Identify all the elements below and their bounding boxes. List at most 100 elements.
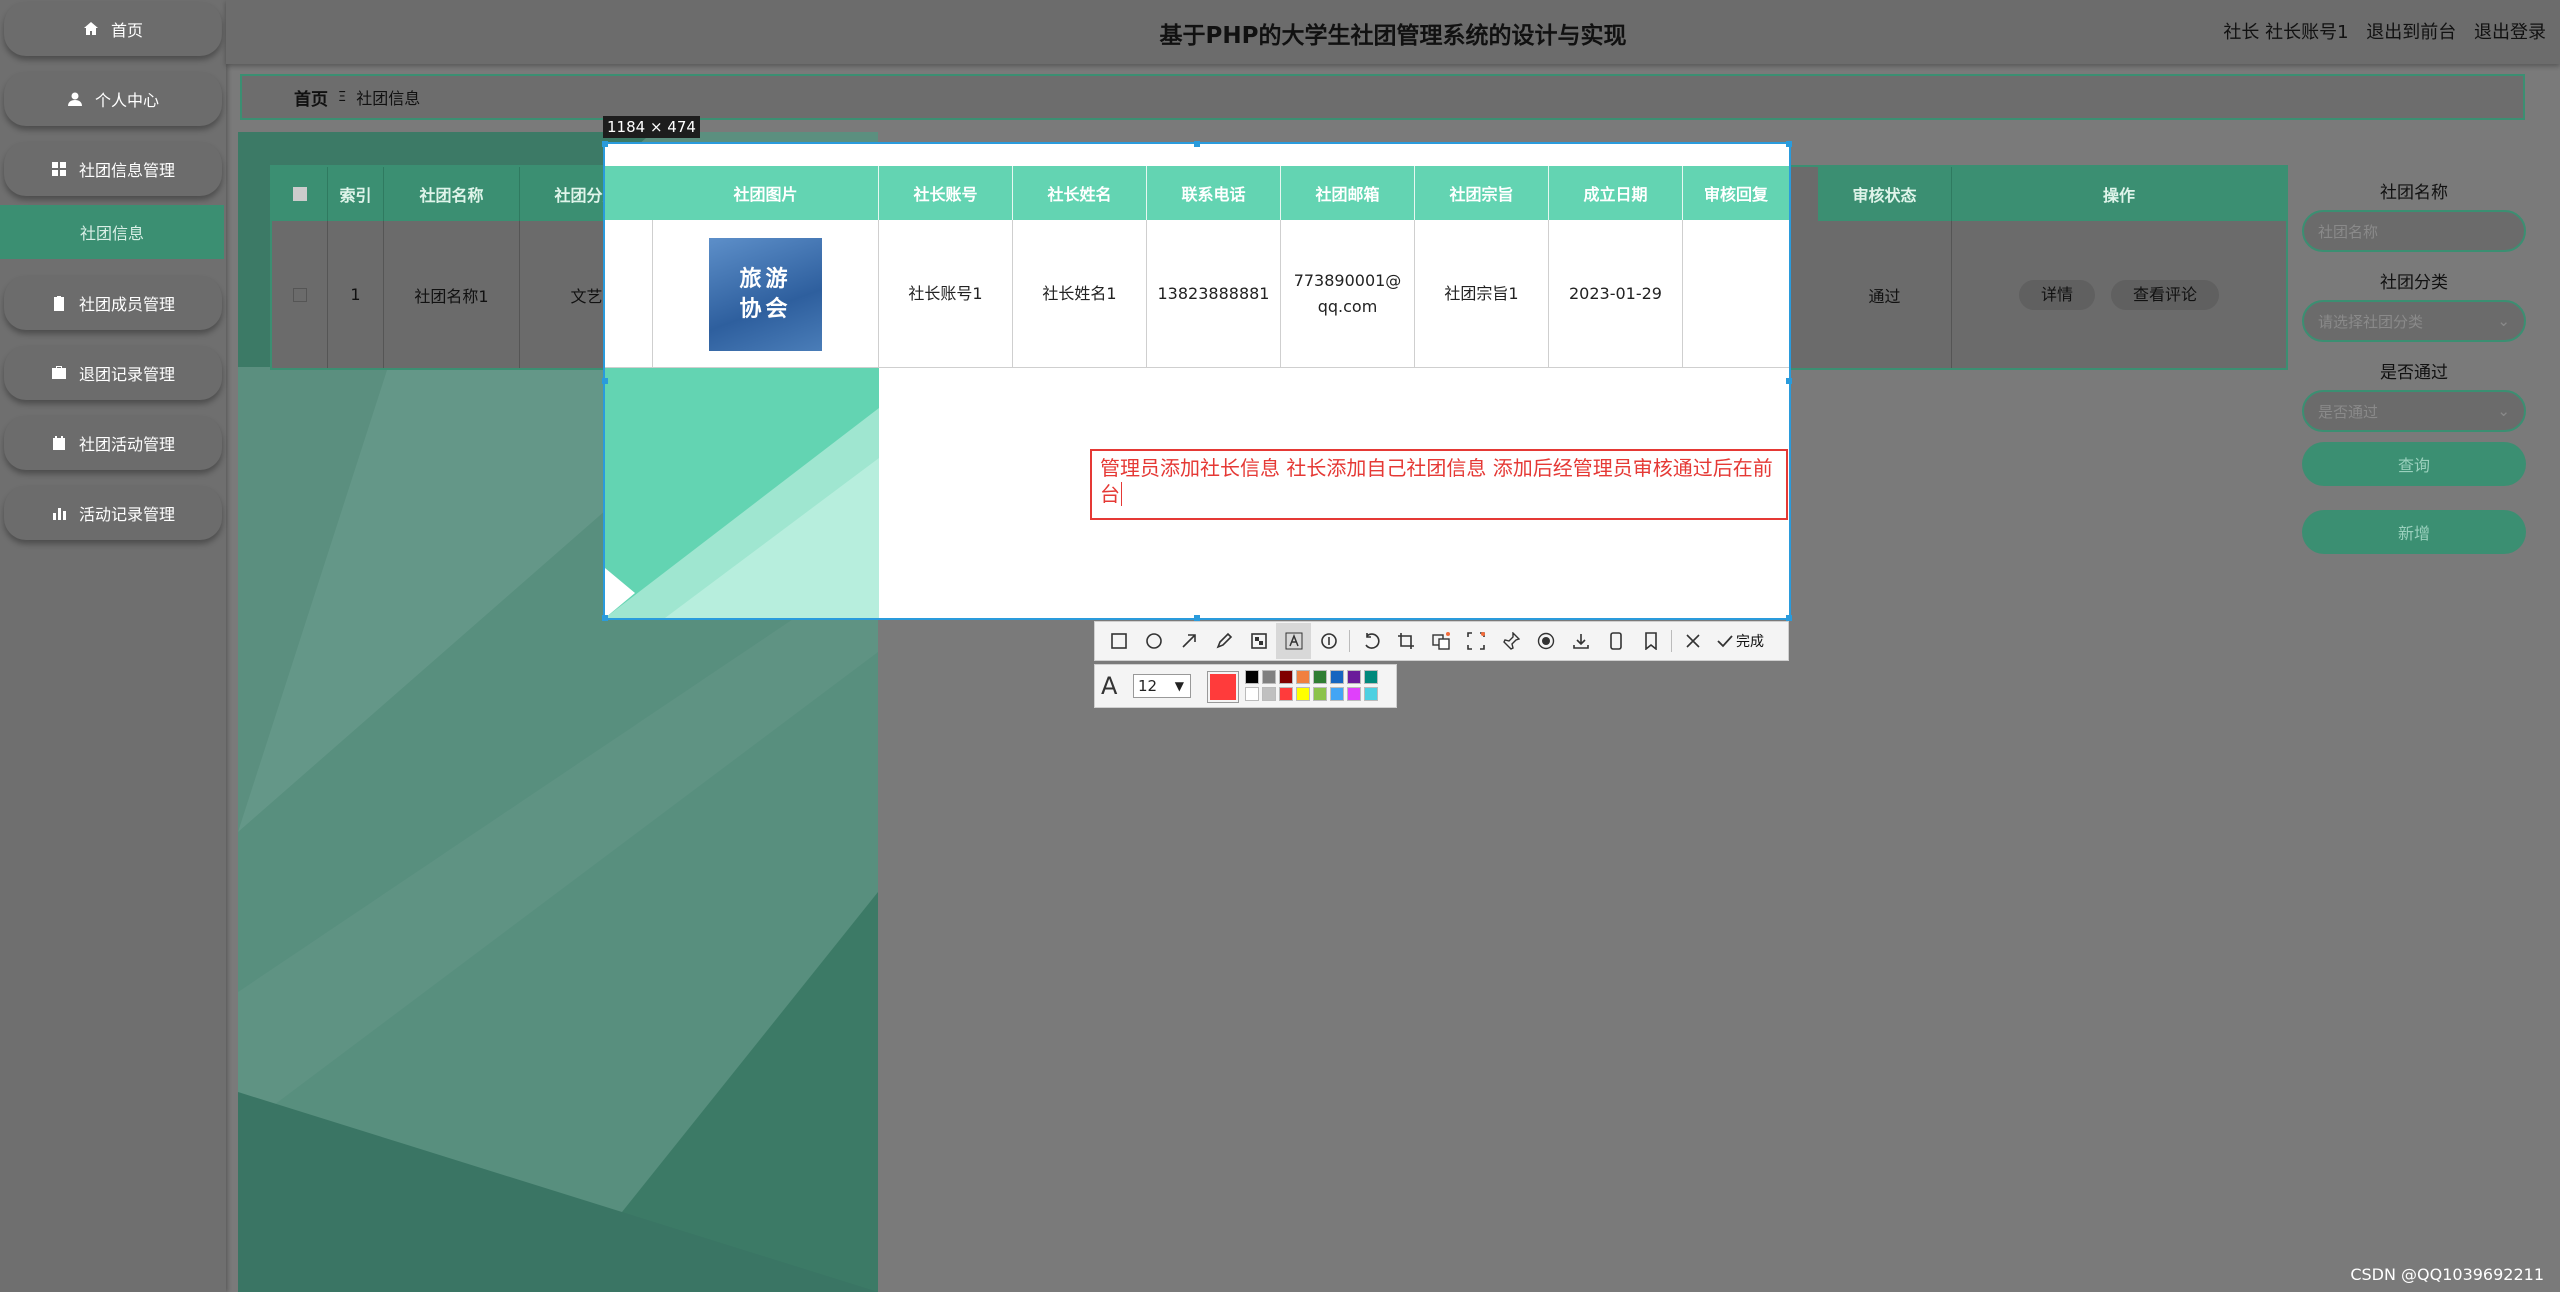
captured-background [605,368,879,618]
col-header: 社团宗旨 [1415,166,1549,220]
filter-name-input[interactable]: 社团名称 [2302,210,2526,252]
rectangle-icon[interactable] [1101,623,1136,659]
sidebar-item-activity-records[interactable]: 活动记录管理 [4,486,222,540]
done-label: 完成 [1736,634,1764,650]
circle-icon[interactable] [1136,623,1171,659]
current-color-fill [1210,674,1236,700]
filter-approved-select[interactable]: 是否通过 ⌄ [2302,390,2526,432]
cell-image: 旅游协会 [653,220,879,368]
capture-selection[interactable]: 社团图片 社长账号 社长姓名 联系电话 社团邮箱 社团宗旨 成立日期 审核回复 … [603,142,1791,620]
color-swatch[interactable] [1296,670,1310,684]
col-header: 操作 [1952,167,2286,221]
sidebar-item-members[interactable]: 社团成员管理 [4,276,222,330]
home-icon [83,22,98,35]
color-swatch[interactable] [1347,670,1361,684]
resize-handle[interactable] [1786,378,1792,384]
crop-icon[interactable] [1388,623,1423,659]
annotation-text: 管理员添加社长信息 社长添加自己社团信息 添加后经管理员审核通过后在前台 [1100,456,1773,506]
undo-icon[interactable] [1353,623,1388,659]
cell-account: 社长账号1 [879,220,1013,368]
cell-status: 通过 [1818,221,1952,368]
sidebar-item-label: 社团信息管理 [78,161,175,180]
sidebar-item-club-info[interactable]: 社团信息 [0,205,224,259]
sidebar-item-label: 活动记录管理 [78,505,175,524]
watermark: CSDN @QQ1039692211 [2350,1265,2544,1284]
sidebar-item-label: 首页 [110,21,143,40]
sidebar-item-label: 社团信息 [79,224,144,243]
bar-chart-icon [52,508,66,520]
ocr-icon[interactable] [1458,623,1493,659]
col-header: 成立日期 [1549,166,1683,220]
chevron-down-icon: ⌄ [2497,312,2510,330]
sidebar-item-profile[interactable]: 个人中心 [4,72,222,126]
color-swatch[interactable] [1279,687,1293,701]
sidebar-item-home[interactable]: 首页 [4,2,222,56]
select-all-checkbox[interactable] [272,167,328,221]
color-swatch[interactable] [1262,687,1276,701]
col-header: 联系电话 [1147,166,1281,220]
color-swatch[interactable] [1313,687,1327,701]
record-icon[interactable] [1528,623,1563,659]
mosaic-icon[interactable] [1241,623,1276,659]
sidebar-item-label: 退团记录管理 [78,365,175,384]
filter-category-placeholder: 请选择社团分类 [2318,312,2424,331]
bookmark-icon[interactable] [1633,623,1668,659]
club-image: 旅游协会 [709,237,822,351]
color-swatch[interactable] [1262,670,1276,684]
font-icon: A [1101,672,1118,700]
arrow-icon[interactable] [1171,623,1206,659]
sidebar-item-quit-records[interactable]: 退团记录管理 [4,346,222,400]
col-header: 社团邮箱 [1281,166,1415,220]
resize-handle[interactable] [602,615,608,621]
color-swatch[interactable] [1313,670,1327,684]
resize-handle[interactable] [1786,141,1792,147]
col-header: 社长账号 [879,166,1013,220]
font-size-select[interactable]: 12 ▼ [1133,674,1191,698]
view-comments-button[interactable]: 查看评论 [2111,279,2220,310]
filter-category-select[interactable]: 请选择社团分类 ⌄ [2302,300,2526,342]
number-marker-icon[interactable] [1311,623,1346,659]
back-to-front-link[interactable]: 退出到前台 [2366,22,2456,43]
done-button[interactable]: 完成 [1716,631,1764,651]
breadcrumb-current: 社团信息 [356,89,421,108]
color-swatch[interactable] [1279,670,1293,684]
color-swatch[interactable] [1330,670,1344,684]
resize-handle[interactable] [1194,141,1200,147]
color-swatch[interactable] [1296,687,1310,701]
cell-leader: 社长姓名1 [1013,220,1147,368]
selection-size-label: 1184 × 474 [603,116,700,138]
resize-handle[interactable] [602,141,608,147]
color-swatch[interactable] [1245,687,1259,701]
pin-icon[interactable] [1493,623,1528,659]
add-button[interactable]: 新增 [2302,510,2526,554]
col-header: 社团名称 [384,167,520,221]
sidebar-item-activities[interactable]: 社团活动管理 [4,416,222,470]
detail-button[interactable]: 详情 [2018,279,2095,310]
sidebar: 首页 个人中心 社团信息管理 社团信息 社团成员管理 退团记录管理 社团活动管理… [0,0,226,1292]
color-swatch[interactable] [1330,687,1344,701]
text-tool-icon[interactable] [1276,623,1311,659]
capture-toolbar: 完成 [1094,621,1789,661]
close-icon[interactable] [1675,623,1710,659]
annotation-text-input[interactable]: 管理员添加社长信息 社长添加自己社团信息 添加后经管理员审核通过后在前台 [1090,449,1788,520]
breadcrumb-home[interactable]: 首页 [294,85,328,110]
current-color-swatch[interactable] [1207,671,1239,703]
query-button[interactable]: 查询 [2302,442,2526,486]
pencil-icon[interactable] [1206,623,1241,659]
chevron-down-icon: ⌄ [2497,402,2510,420]
download-icon[interactable] [1563,623,1598,659]
color-swatch[interactable] [1364,687,1378,701]
logout-link[interactable]: 退出登录 [2474,22,2546,43]
resize-handle[interactable] [602,378,608,384]
mobile-icon[interactable] [1598,623,1633,659]
color-swatch[interactable] [1245,670,1259,684]
color-swatch[interactable] [1364,670,1378,684]
color-swatch[interactable] [1347,687,1361,701]
sidebar-item-club-manage[interactable]: 社团信息管理 [4,142,222,196]
row-checkbox[interactable] [272,221,328,368]
cell-name: 社团名称1 [384,221,520,368]
chevron-down-icon: ▼ [1174,679,1184,693]
translate-icon[interactable] [1423,623,1458,659]
sidebar-item-label: 社团活动管理 [78,435,175,454]
cell-date: 2023-01-29 [1549,220,1683,368]
